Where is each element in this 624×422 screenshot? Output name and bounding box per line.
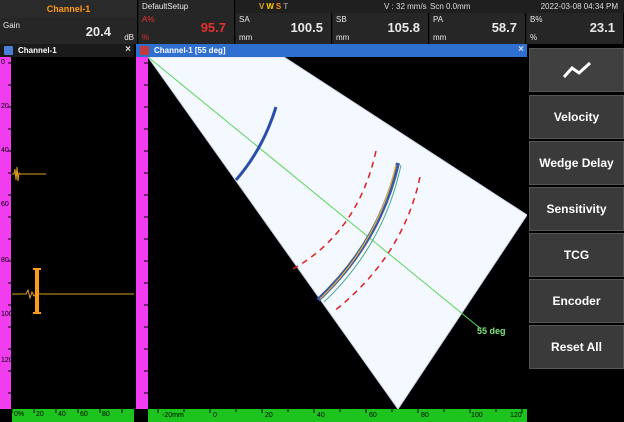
window-icon xyxy=(4,46,13,55)
sscan-image[interactable] xyxy=(148,57,527,409)
readout-b-value: 23.1 xyxy=(589,20,615,35)
ruler-label: 60 xyxy=(1,201,9,208)
amplitude-label: 60 xyxy=(80,411,88,418)
ruler-label: 40 xyxy=(1,147,9,154)
readout-a-label: A% xyxy=(142,15,155,24)
depth-ruler-ticks xyxy=(144,62,148,394)
datetime: 2022-03-08 04:34 PM xyxy=(540,2,618,11)
readout-sa-label: SA xyxy=(239,15,250,24)
graph-view-button[interactable] xyxy=(529,48,624,92)
wedge-delay-button[interactable]: Wedge Delay xyxy=(529,141,624,185)
gain-control[interactable]: Gain 20.4 dB xyxy=(0,18,138,44)
channel-title: Channel-1 xyxy=(46,4,91,14)
surface-label: 20 xyxy=(265,412,273,419)
status-bar: Channel-1 Gain 20.4 dB DefaultSetup A% 9… xyxy=(0,0,624,44)
amplitude-label: 20 xyxy=(36,411,44,418)
readout-pa-label: PA xyxy=(433,15,444,24)
amplitude-ruler: 0% 20 40 60 80 xyxy=(11,409,134,422)
readout-sb[interactable]: SB 105.8 mm xyxy=(333,13,429,44)
amplitude-label: 80 xyxy=(102,411,110,418)
amplitude-label: 0% xyxy=(14,411,25,418)
readout-sb-unit: mm xyxy=(336,33,350,42)
readout-sa[interactable]: SA 100.5 mm xyxy=(236,13,332,44)
close-icon[interactable]: × xyxy=(518,44,524,55)
velocity-readout: V : 32 mm/s xyxy=(384,2,427,11)
side-menu: Velocity Wedge Delay Sensitivity TCG Enc… xyxy=(527,44,624,422)
velocity-button[interactable]: Velocity xyxy=(529,95,624,139)
depth-ruler[interactable] xyxy=(136,57,148,409)
ascan-header: Channel-1 × xyxy=(0,44,134,57)
ascan-trace-area[interactable] xyxy=(12,57,134,409)
readout-sa-value: 100.5 xyxy=(290,20,323,35)
vwst-indicator: VWST xyxy=(259,2,290,11)
readout-pa-value: 58.7 xyxy=(491,20,517,35)
window-icon xyxy=(140,46,149,55)
readout-b-label: B% xyxy=(530,15,543,24)
gain-unit: dB xyxy=(124,33,134,42)
gain-value: 20.4 xyxy=(85,24,111,39)
setup-label: DefaultSetup xyxy=(142,2,189,11)
sscan-title: Channel-1 [55 deg] xyxy=(154,46,226,55)
ascan-title: Channel-1 xyxy=(18,46,57,55)
ascan-echo-1 xyxy=(12,166,46,182)
readout-b[interactable]: B% 23.1 % xyxy=(527,13,624,44)
sensitivity-button[interactable]: Sensitivity xyxy=(529,187,624,231)
gain-label: Gain xyxy=(3,21,20,30)
surface-label: 120 xyxy=(510,412,522,419)
readout-sb-label: SB xyxy=(336,15,347,24)
surface-label: 100 xyxy=(471,412,483,419)
readout-b-unit: % xyxy=(530,33,538,42)
ruler-label: 0 xyxy=(1,59,5,66)
ruler-label: 20 xyxy=(1,103,9,110)
readout-a-unit: % xyxy=(142,33,150,42)
amplitude-ruler-ticks xyxy=(11,409,123,413)
angle-label: 55 deg xyxy=(477,326,506,336)
surface-label: 80 xyxy=(421,412,429,419)
tcg-button[interactable]: TCG xyxy=(529,233,624,277)
readout-pa[interactable]: PA 58.7 mm xyxy=(430,13,526,44)
surface-label: 40 xyxy=(317,412,325,419)
sscan-panel[interactable]: Channel-1 [55 deg] × 55 deg -20mm 0 20 4… xyxy=(136,44,527,422)
amplitude-label: 40 xyxy=(58,411,66,418)
depth-ruler[interactable]: 0 20 40 60 80 100 120 xyxy=(0,57,13,409)
surface-ruler: -20mm 0 20 40 60 80 100 120 xyxy=(148,409,527,422)
vwst-w: W xyxy=(266,2,276,11)
sscan-header: Channel-1 [55 deg] × xyxy=(136,44,527,57)
ruler-label: 100 xyxy=(1,311,13,318)
readout-a-value: 95.7 xyxy=(200,20,226,35)
surface-label: 60 xyxy=(369,412,377,419)
surface-label: -20mm xyxy=(162,412,184,419)
ascan-echo-2 xyxy=(12,288,134,300)
status-strip: VWST V : 32 mm/s Scn 0.0mm 2022-03-08 04… xyxy=(236,0,624,13)
scan-readout: Scn 0.0mm xyxy=(430,2,471,11)
line-graph-icon xyxy=(562,61,591,78)
close-icon[interactable]: × xyxy=(125,44,131,55)
ruler-label: 80 xyxy=(1,257,9,264)
encoder-button[interactable]: Encoder xyxy=(529,279,624,323)
vwst-t: T xyxy=(283,2,291,11)
ascan-panel[interactable]: Channel-1 × 0 20 40 60 80 100 120 0% 20 … xyxy=(0,44,134,422)
setup-name[interactable]: DefaultSetup xyxy=(139,0,235,13)
channel-selector[interactable]: Channel-1 xyxy=(0,0,138,18)
surface-label: 0 xyxy=(213,412,217,419)
readout-a[interactable]: A% 95.7 % xyxy=(139,13,235,44)
ruler-label: 120 xyxy=(1,357,13,364)
readout-pa-unit: mm xyxy=(433,33,447,42)
readout-sb-value: 105.8 xyxy=(387,20,420,35)
readout-sa-unit: mm xyxy=(239,33,253,42)
reset-all-button[interactable]: Reset All xyxy=(529,325,624,369)
